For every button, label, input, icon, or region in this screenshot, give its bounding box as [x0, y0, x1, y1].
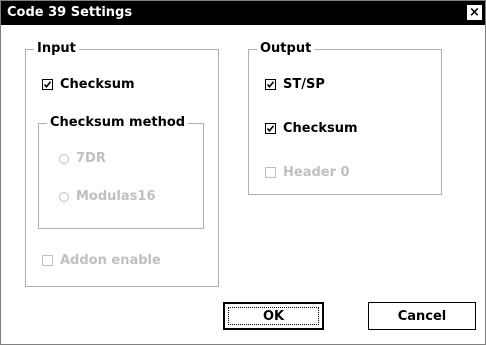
checksum-method-group: Checksum method: [38, 115, 204, 229]
input-group-title: Input: [34, 41, 79, 57]
output-checksum-label: Checksum: [283, 121, 358, 136]
stsp-checkbox[interactable]: ST/SP: [265, 77, 325, 92]
dialog-title: Code 39 Settings: [7, 5, 133, 20]
addon-enable-checkbox[interactable]: Addon enable: [42, 253, 161, 268]
addon-enable-label: Addon enable: [60, 253, 161, 268]
radio-7dr[interactable]: 7DR: [59, 151, 106, 166]
checkbox-icon: [265, 123, 276, 134]
checkbox-icon: [42, 255, 53, 266]
radio-7dr-label: 7DR: [76, 151, 106, 166]
checksum-method-title: Checksum method: [47, 115, 189, 131]
close-button[interactable]: ×: [466, 4, 483, 21]
radio-icon: [59, 191, 69, 202]
settings-dialog: Code 39 Settings × Input Checksum Checks…: [0, 0, 486, 345]
checkbox-icon: [265, 79, 276, 90]
radio-modulas16[interactable]: Modulas16: [59, 189, 156, 204]
input-checksum-label: Checksum: [60, 77, 135, 92]
checkbox-icon: [265, 167, 276, 178]
input-checksum-checkbox[interactable]: Checksum: [42, 77, 135, 92]
cancel-button[interactable]: Cancel: [368, 302, 476, 330]
title-bar[interactable]: Code 39 Settings ×: [1, 1, 485, 25]
ok-button[interactable]: OK: [223, 302, 324, 330]
radio-icon: [59, 153, 69, 164]
header0-label: Header 0: [283, 165, 350, 180]
checkbox-icon: [42, 79, 53, 90]
stsp-label: ST/SP: [283, 77, 325, 92]
output-checksum-checkbox[interactable]: Checksum: [265, 121, 358, 136]
header0-checkbox[interactable]: Header 0: [265, 165, 350, 180]
output-group-title: Output: [257, 41, 315, 57]
radio-modulas16-label: Modulas16: [76, 189, 156, 204]
cancel-label: Cancel: [397, 308, 447, 324]
focus-rect: [228, 307, 319, 325]
close-icon: ×: [469, 5, 480, 20]
